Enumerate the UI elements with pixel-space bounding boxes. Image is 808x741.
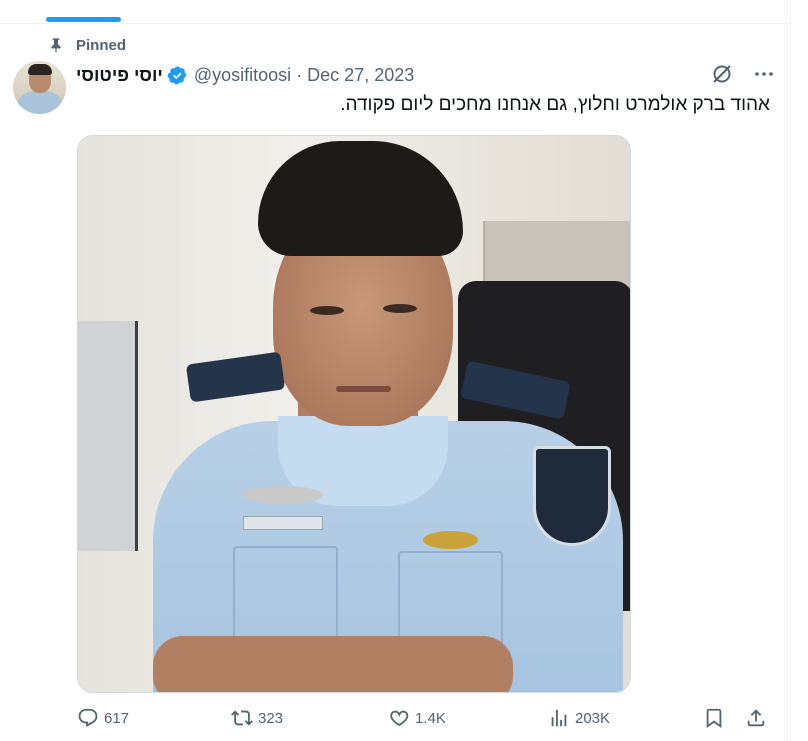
repost-button[interactable]: 323	[231, 707, 283, 729]
tab-bar	[0, 0, 790, 24]
tweet-header: יוסי פיטוסי @yosifitoosi · Dec 27, 2023	[76, 63, 776, 87]
separator-dot: ·	[296, 64, 303, 85]
tweet-actions: 617 323 1.4K 203K	[77, 707, 772, 737]
pinned-label-row: Pinned	[48, 34, 126, 56]
views-count: 203K	[575, 709, 611, 727]
bookmark-button[interactable]	[703, 707, 725, 729]
share-icon	[747, 709, 765, 727]
avatar[interactable]	[13, 61, 66, 114]
tweet-text: אהוד ברק אולמרט וחלוץ, גם אנחנו מחכים לי…	[340, 94, 770, 115]
tweet-image[interactable]	[77, 135, 631, 693]
verified-badge-icon[interactable]	[167, 65, 188, 86]
more-options-icon[interactable]	[752, 62, 776, 86]
active-tab-indicator	[46, 17, 121, 22]
repost-count: 323	[258, 709, 284, 727]
views-chart-icon	[551, 709, 567, 727]
reply-button[interactable]: 617	[77, 707, 129, 729]
author-name[interactable]: יוסי פיטוסי	[76, 65, 163, 86]
like-button[interactable]: 1.4K	[388, 707, 446, 729]
heart-icon	[390, 710, 409, 727]
tweet-date[interactable]: Dec 27, 2023	[307, 65, 414, 86]
share-button[interactable]	[745, 707, 767, 729]
grok-icon[interactable]	[710, 62, 734, 86]
views-button[interactable]: 203K	[548, 707, 610, 729]
pin-icon	[51, 38, 61, 53]
reply-icon	[78, 708, 98, 727]
header-actions	[710, 62, 776, 86]
pinned-text: Pinned	[76, 36, 127, 54]
author-handle[interactable]: @yosifitoosi	[194, 65, 291, 86]
column-divider	[790, 0, 791, 741]
like-count: 1.4K	[415, 709, 446, 727]
bookmark-icon	[706, 708, 722, 729]
reply-count: 617	[104, 709, 130, 727]
repost-icon	[231, 710, 253, 726]
